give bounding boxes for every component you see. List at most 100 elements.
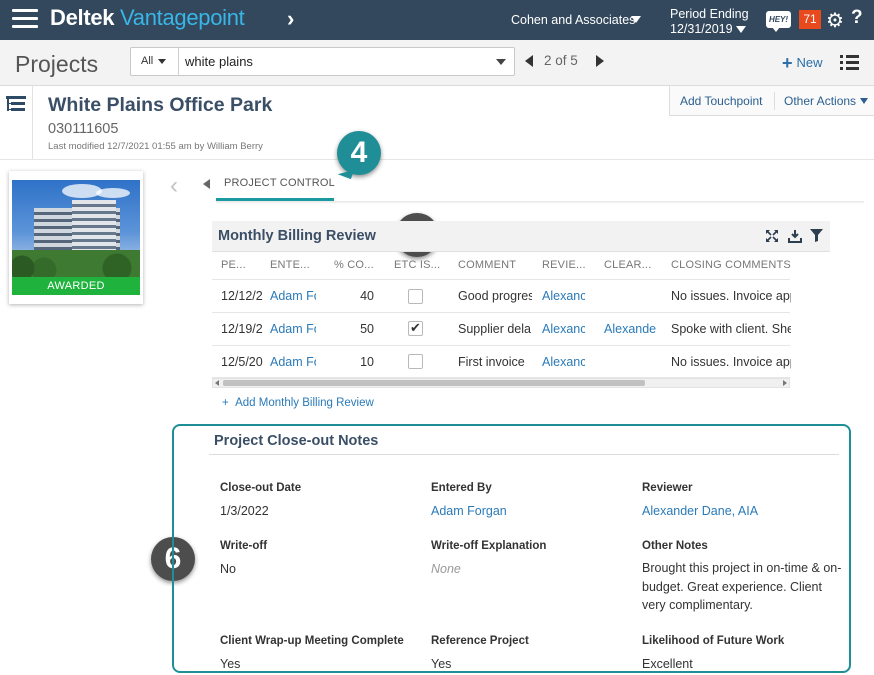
brand-product: Vantagepoint [120,5,245,30]
field-label: Close-out Date [220,482,302,494]
cell-closing-comments[interactable]: No issues. Invoice app [671,289,791,303]
field-label: Likelihood of Future Work [642,635,785,647]
column-header[interactable]: REVIE... [542,259,598,271]
top-bar: Deltek Vantagepoint › Cohen and Associat… [0,0,874,40]
cell-period[interactable]: 12/12/2 [221,289,263,303]
column-header[interactable]: PE... [221,259,263,271]
chevron-right-icon[interactable]: › [287,6,294,32]
cell-reviewer[interactable]: Alexanc [542,355,585,369]
field-label: Other Notes [642,540,708,552]
search-scope-label: All [141,55,154,67]
gear-icon[interactable]: ⚙ [826,8,844,33]
entered-by-link[interactable]: Adam Forgan [431,504,507,518]
cell-comment[interactable]: Good progres [458,289,532,303]
search-box: All [130,47,515,76]
previous-record-icon[interactable] [525,55,533,67]
callout-badge-4: 4 [337,131,381,175]
scroll-right-icon[interactable] [783,380,787,386]
new-button-label: New [796,55,823,70]
cell-closing-comments[interactable]: Spoke with client. She [671,322,791,336]
help-icon[interactable]: ? [851,7,863,29]
divider [209,454,839,455]
notification-badge[interactable]: 71 [799,10,821,29]
scroll-left-icon[interactable] [215,380,219,386]
add-touchpoint-button[interactable]: Add Touchpoint [680,94,763,108]
company-caret-icon[interactable] [631,16,641,23]
future-work-value[interactable]: Excellent [642,657,693,671]
column-header[interactable]: ETC IS... [394,259,450,271]
reference-project-value[interactable]: Yes [431,657,451,671]
billing-grid-header: Monthly Billing Review [212,221,830,252]
other-notes-value[interactable]: Brought this project in on-time & on-bud… [642,559,842,615]
chevron-left-icon[interactable]: ‹ [170,172,178,200]
cell-cleared-by[interactable]: Alexande [604,322,656,336]
scrollbar-thumb[interactable] [223,380,645,386]
cell-entered-by[interactable]: Adam Fo [270,289,316,303]
chevron-down-icon[interactable] [860,98,868,104]
write-off-explanation-value[interactable]: None [431,562,461,576]
search-input[interactable] [185,52,485,71]
menu-icon[interactable] [12,9,38,29]
write-off-value[interactable]: No [220,562,236,576]
field-label: Client Wrap-up Meeting Complete [220,635,404,647]
add-monthly-billing-review-link[interactable]: + Add Monthly Billing Review [222,397,374,409]
etc-checkbox[interactable] [408,354,423,369]
horizontal-scrollbar[interactable] [212,378,790,388]
divider [212,279,790,280]
search-dropdown-icon[interactable] [496,59,506,65]
field-label: Reference Project [431,635,529,647]
cell-period[interactable]: 12/19/2 [221,322,263,336]
closeout-title: Project Close-out Notes [214,433,379,449]
record-position: 2 of 5 [544,53,578,68]
etc-checkbox-checked[interactable] [408,320,423,336]
tab-scroll-left-icon[interactable] [203,179,210,189]
column-header[interactable]: CLEAR... [604,259,660,271]
cell-entered-by[interactable]: Adam Fo [270,355,316,369]
record-title: White Plains Office Park [48,94,273,116]
other-actions-button[interactable]: Other Actions [784,94,856,108]
plus-icon: + [782,53,793,73]
page-title: Projects [15,51,99,77]
cell-period[interactable]: 12/5/20 [221,355,263,369]
search-scope-dropdown[interactable]: All [131,48,179,75]
project-photo-card[interactable]: AWARDED [9,171,143,304]
cell-entered-by[interactable]: Adam Fo [270,322,316,336]
closeout-date-value[interactable]: 1/3/2022 [220,504,269,518]
filter-icon[interactable] [810,229,823,242]
tab-project-control[interactable]: PROJECT CONTROL [224,177,335,189]
divider [774,92,775,110]
cell-comment[interactable]: Supplier dela [458,322,532,336]
list-view-icon[interactable] [840,54,859,70]
period-caret-icon[interactable] [736,26,746,33]
cell-reviewer[interactable]: Alexanc [542,289,585,303]
column-header[interactable]: % CO... [334,259,384,271]
brand-logo[interactable]: Deltek Vantagepoint [50,5,245,31]
wrap-up-meeting-value[interactable]: Yes [220,657,240,671]
column-header[interactable]: COMMENT [458,259,528,271]
cell-closing-comments[interactable]: No issues. Invoice app [671,355,791,369]
add-link-label: Add Monthly Billing Review [235,397,374,409]
company-selector[interactable]: Cohen and Associates [511,13,635,27]
column-header[interactable]: ENTE... [270,259,326,271]
header-row: Projects All [0,40,874,86]
column-header[interactable]: CLOSING COMMENTS [671,259,791,271]
cell-reviewer[interactable]: Alexanc [542,322,585,336]
hey-chat-icon[interactable]: HEY! [766,11,791,32]
download-icon[interactable] [788,229,802,243]
expand-icon[interactable] [765,229,779,243]
cell-percent-complete[interactable]: 40 [334,289,374,303]
status-badge: AWARDED [12,277,140,295]
record-number: 030111605 [48,121,119,137]
new-button[interactable]: + New [782,53,823,74]
grid-title: Monthly Billing Review [218,228,376,244]
tree-icon[interactable] [0,90,33,120]
reviewer-link[interactable]: Alexander Dane, AIA [642,504,758,518]
cell-percent-complete[interactable]: 50 [334,322,374,336]
plus-icon: + [222,397,236,409]
divider [212,312,790,313]
cell-comment[interactable]: First invoice [458,355,532,369]
next-record-icon[interactable] [596,55,604,67]
period-label: Period Ending [670,7,749,21]
cell-percent-complete[interactable]: 10 [334,355,374,369]
etc-checkbox[interactable] [408,289,423,304]
